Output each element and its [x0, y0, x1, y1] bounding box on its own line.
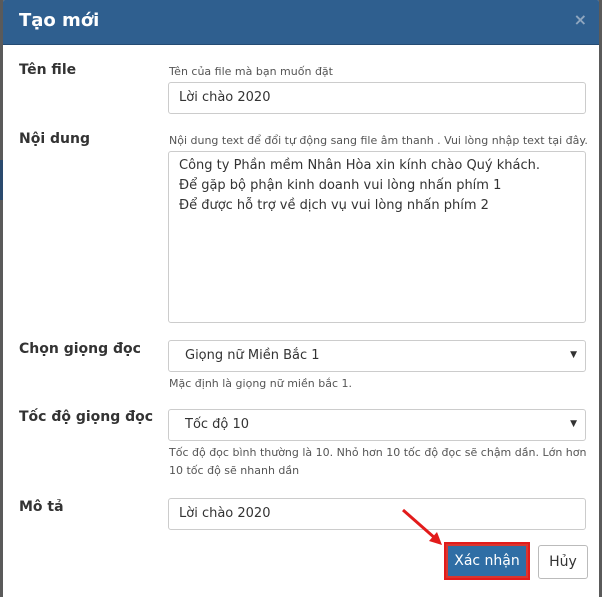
- voice-label: Chọn giọng đọc: [19, 341, 141, 357]
- confirm-button-label: Xác nhận: [448, 546, 526, 576]
- content-hint: Nội dung text để đổi tự động sang file â…: [169, 134, 588, 147]
- speed-hint: Tốc độ đọc bình thường là 10. Nhỏ hơn 10…: [169, 446, 587, 477]
- voice-select-value: Giọng nữ Miền Bắc 1: [185, 348, 320, 363]
- cancel-button[interactable]: Hủy: [538, 545, 588, 579]
- description-input[interactable]: Lời chào 2020: [168, 498, 586, 530]
- confirm-button[interactable]: Xác nhận: [444, 542, 530, 580]
- file-name-label: Tên file: [19, 62, 77, 78]
- arrow-annotation-icon: [402, 508, 442, 545]
- speed-select[interactable]: Tốc độ 10 ▼: [168, 409, 586, 441]
- create-dialog: Tạo mới × Tên file Tên của file mà bạn m…: [3, 0, 599, 597]
- chevron-down-icon: ▼: [570, 350, 577, 360]
- file-name-input[interactable]: Lời chào 2020: [168, 82, 586, 114]
- speed-label: Tốc độ giọng đọc: [19, 409, 154, 425]
- dialog-header: Tạo mới ×: [3, 0, 599, 45]
- chevron-down-icon: ▼: [570, 419, 577, 429]
- voice-hint: Mặc định là giọng nữ miền bắc 1.: [169, 377, 352, 390]
- close-icon[interactable]: ×: [574, 10, 587, 29]
- speed-select-value: Tốc độ 10: [185, 417, 250, 432]
- dialog-title: Tạo mới: [19, 10, 100, 31]
- content-textarea[interactable]: [168, 151, 586, 323]
- voice-select[interactable]: Giọng nữ Miền Bắc 1 ▼: [168, 340, 586, 372]
- content-label: Nội dung: [19, 131, 90, 147]
- description-label: Mô tả: [19, 499, 64, 515]
- file-name-hint: Tên của file mà bạn muốn đặt: [169, 65, 333, 78]
